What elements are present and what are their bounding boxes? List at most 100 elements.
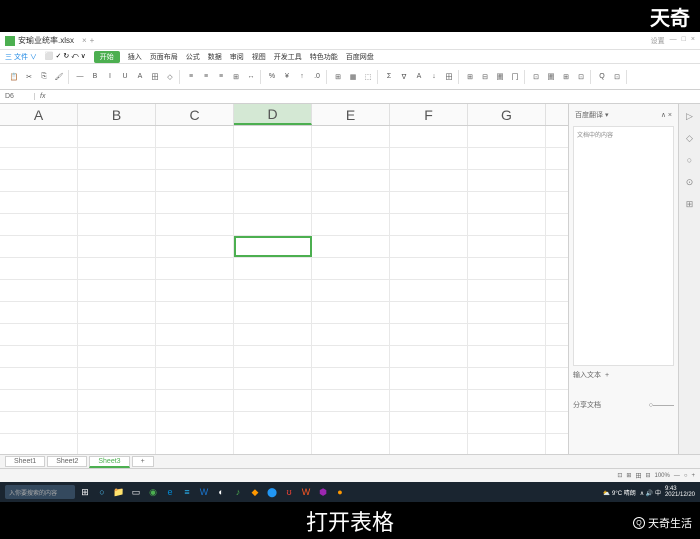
status-item[interactable]: ⊡ [617,472,622,479]
cell[interactable] [390,280,468,301]
cell[interactable] [78,390,156,411]
cell[interactable] [546,280,568,301]
cell[interactable] [234,412,312,433]
close-btn[interactable]: × [691,36,695,46]
cell[interactable] [156,346,234,367]
settings-btn[interactable]: 设置 [651,36,665,46]
taskbar-app-icon[interactable]: ○ [95,485,109,499]
cell[interactable] [0,434,78,454]
cell[interactable] [546,148,568,169]
ribbon-button[interactable]: A [133,70,147,84]
cell[interactable] [156,302,234,323]
ribbon-button[interactable]: 圕 [493,70,507,84]
cell[interactable] [0,324,78,345]
ribbon-button[interactable]: ∇ [397,70,411,84]
cell[interactable] [78,170,156,191]
cell[interactable] [234,258,312,279]
ribbon-button[interactable]: ≡ [199,70,213,84]
ribbon-button[interactable]: 📋 [7,70,21,84]
tab-baidu[interactable]: 百度网盘 [346,52,374,62]
cell[interactable] [78,258,156,279]
column-header-C[interactable]: C [156,104,234,125]
tab-insert[interactable]: 插入 [128,52,142,62]
add-sheet-btn[interactable]: + [132,456,154,467]
rail-icon[interactable]: ◇ [684,132,696,144]
cell[interactable] [312,148,390,169]
taskbar-app-icon[interactable]: ⬢ [316,485,330,499]
ribbon-button[interactable]: ⊡ [574,70,588,84]
cell[interactable] [0,390,78,411]
ribbon-button[interactable]: Σ [382,70,396,84]
cell[interactable] [312,192,390,213]
cell[interactable] [546,170,568,191]
ribbon-button[interactable]: ⊟ [478,70,492,84]
taskbar-app-icon[interactable]: e [163,485,177,499]
cell[interactable] [468,214,546,235]
ribbon-button[interactable]: — [73,70,87,84]
cell[interactable] [312,126,390,147]
cell[interactable] [78,346,156,367]
cell[interactable] [0,302,78,323]
cell[interactable] [390,324,468,345]
cell[interactable] [312,390,390,411]
cell[interactable] [78,148,156,169]
ribbon-button[interactable]: 田 [442,70,456,84]
cell[interactable] [468,434,546,454]
tab-dev[interactable]: 开发工具 [274,52,302,62]
cell[interactable] [0,236,78,257]
clock-date[interactable]: 2021/12/20 [665,492,695,498]
cell[interactable] [468,302,546,323]
cell[interactable] [546,390,568,411]
cell[interactable] [468,324,546,345]
cell[interactable] [546,302,568,323]
cell[interactable] [546,434,568,454]
quick-access[interactable]: ⬜ ✓ ↻ ⤺ ∨ [45,52,86,61]
cell[interactable] [312,368,390,389]
taskbar-app-icon[interactable]: ◐ [214,485,228,499]
cell[interactable] [234,390,312,411]
cell[interactable] [390,302,468,323]
cell[interactable] [234,324,312,345]
tab-layout[interactable]: 页面布局 [150,52,178,62]
taskbar-app-icon[interactable]: ♪ [231,485,245,499]
cell[interactable] [390,126,468,147]
status-item[interactable]: + [691,473,695,479]
system-tray[interactable]: ∧ 🔊 中 [640,488,661,497]
tab-features[interactable]: 特色功能 [310,52,338,62]
column-header-D[interactable]: D [234,104,312,125]
panel-add-btn[interactable]: + [605,372,609,379]
status-item[interactable]: ⊟ [645,472,650,479]
cell[interactable] [156,258,234,279]
cell[interactable] [0,192,78,213]
cell[interactable] [468,346,546,367]
file-menu[interactable]: 三 文件 ∨ [5,52,37,62]
cell[interactable] [156,390,234,411]
weather-widget[interactable]: ⛅ 9°C 晴朗 [603,488,636,497]
panel-close-icon[interactable]: ∧ × [661,111,672,119]
cell[interactable] [468,170,546,191]
cell[interactable] [78,302,156,323]
cell[interactable] [78,126,156,147]
cell[interactable] [312,236,390,257]
sheet-tab[interactable]: Sheet1 [5,456,45,467]
cell[interactable] [156,434,234,454]
ribbon-button[interactable]: Q [595,70,609,84]
cell[interactable] [390,148,468,169]
ribbon-button[interactable]: % [265,70,279,84]
cell[interactable] [156,368,234,389]
cell[interactable] [546,126,568,147]
rail-icon[interactable]: ⊙ [684,176,696,188]
cell[interactable] [234,192,312,213]
sheet-tab[interactable]: Sheet2 [47,456,87,467]
cell[interactable] [156,324,234,345]
rail-icon[interactable]: ▷ [684,110,696,122]
cell[interactable] [390,236,468,257]
ribbon-button[interactable]: I [103,70,117,84]
cell[interactable] [390,214,468,235]
cell[interactable] [0,368,78,389]
fx-icon[interactable]: fx [40,93,45,100]
cell[interactable] [546,192,568,213]
ribbon-button[interactable]: .0 [310,70,324,84]
cell[interactable] [390,368,468,389]
column-header-B[interactable]: B [78,104,156,125]
